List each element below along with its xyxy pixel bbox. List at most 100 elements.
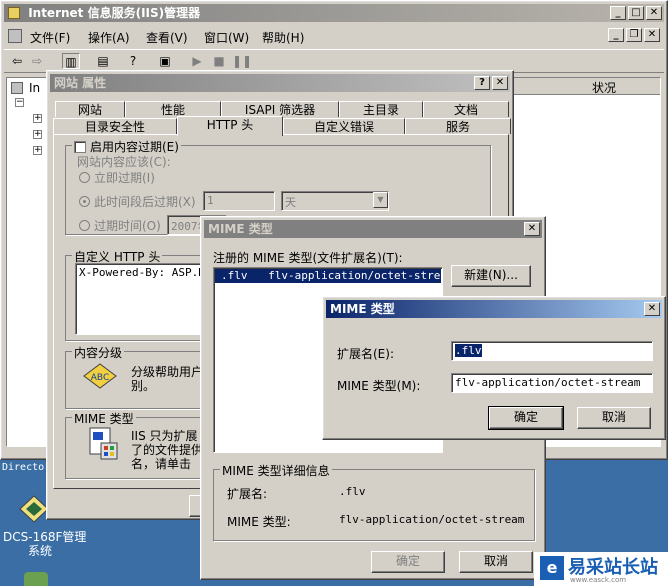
radio-expire-on[interactable]: 过期时间(O) [79, 217, 161, 234]
tree-expand-icon[interactable]: + [33, 146, 42, 155]
menu-action[interactable]: 操作(A) [88, 29, 130, 46]
mime-details-label: MIME 类型详细信息 [220, 462, 332, 479]
properties-icon[interactable]: ▤ [94, 53, 112, 69]
watermark-url: www.easck.com [570, 576, 627, 584]
custom-headers-list[interactable]: X-Powered-By: ASP.NE [75, 263, 203, 335]
custom-header-item[interactable]: X-Powered-By: ASP.NE [79, 266, 202, 279]
tab-home-directory[interactable]: 主目录 [339, 101, 423, 117]
content-rating-label: 内容分级 [72, 344, 125, 361]
menu-help[interactable]: 帮助(H) [262, 29, 304, 46]
enable-expiry-label: 启用内容过期(E) [90, 140, 179, 154]
tree-pane[interactable]: In − + + + [6, 77, 50, 447]
list-header: 状况 [512, 78, 660, 95]
mime-details-group: MIME 类型详细信息 [213, 462, 535, 541]
detail-type-value: flv-application/octet-stream [339, 513, 525, 526]
play-icon[interactable]: ▶ [188, 53, 206, 69]
radio-immediate-label: 立即过期(I) [94, 171, 155, 185]
tab-directory-security[interactable]: 目录安全性 [53, 118, 177, 134]
mime-list-title-bar[interactable]: MIME 类型 ✕ [204, 220, 542, 238]
close-button[interactable]: ✕ [646, 6, 662, 20]
pause-icon[interactable]: ❚❚ [232, 53, 252, 69]
mime-type-input[interactable]: flv-application/octet-stream [451, 373, 653, 393]
mime-edit-title: MIME 类型 [330, 302, 395, 316]
radio-immediate-dot[interactable] [79, 172, 90, 183]
desktop-icon-partial [24, 572, 48, 586]
radio-expire-after[interactable]: 此时间段后过期(X) [79, 193, 196, 210]
mime-list-cancel-button[interactable]: 取消 [459, 551, 533, 573]
radio-on-dot[interactable] [79, 220, 90, 231]
mmc-icon [8, 29, 22, 43]
menu-file[interactable]: 文件(F) [30, 29, 70, 46]
ext-label: 扩展名(E): [337, 347, 394, 361]
registered-mime-label: 注册的 MIME 类型(文件扩展名)(T): [213, 251, 403, 265]
menu-bar: 文件(F) 操作(A) 查看(V) 窗口(W) 帮助(H) _ ❐ ✕ [4, 25, 664, 47]
radio-after-dot[interactable] [79, 196, 90, 207]
desktop-icon-label-2[interactable]: 系统 [28, 542, 52, 559]
desktop-partial-text: Directo [2, 462, 45, 473]
tab-documents[interactable]: 文档 [423, 101, 509, 117]
minimize-button[interactable]: _ [610, 6, 626, 20]
back-icon[interactable]: ⇦ [8, 53, 26, 69]
list-column-status[interactable]: 状况 [592, 79, 616, 96]
iis-app-icon [8, 7, 20, 19]
child-close-button[interactable]: ✕ [644, 28, 660, 42]
radio-expire-immediately[interactable]: 立即过期(I) [79, 169, 155, 186]
expiry-checkbox-box[interactable] [74, 141, 86, 153]
mime-document-icon [89, 427, 118, 460]
detail-ext-value: .flv [339, 485, 366, 498]
tree-root-label[interactable]: In [29, 81, 40, 95]
tab-isapi-filters[interactable]: ISAPI 筛选器 [221, 101, 339, 117]
stop-icon[interactable]: ■ [210, 53, 228, 69]
mime-list-row[interactable]: .flv flv-application/octet-stream [215, 269, 442, 283]
tree-root-icon [11, 82, 23, 94]
maximize-button[interactable]: □ [628, 6, 644, 20]
tree-expand-icon[interactable]: − [15, 98, 24, 107]
computer-icon[interactable]: ▣ [156, 53, 174, 69]
mime-list-title: MIME 类型 [208, 222, 273, 236]
mime-edit-dialog: MIME 类型 ✕ 扩展名(E): .flv MIME 类型(M): flv-a… [322, 296, 666, 440]
tab-service[interactable]: 服务 [405, 118, 511, 134]
props-help-button[interactable]: ? [474, 76, 490, 90]
mime-edit-ok-button[interactable]: 确定 [488, 406, 564, 430]
detail-ext-label: 扩展名: [227, 487, 268, 501]
rating-icon: ABC [83, 363, 117, 389]
mime-list-ok-button[interactable]: 确定 [371, 551, 445, 573]
iis-title-bar[interactable]: Internet 信息服务(IIS)管理器 _ □ ✕ [4, 4, 664, 22]
new-mime-button[interactable]: 新建(N)... [451, 265, 531, 287]
ext-input[interactable]: .flv [451, 341, 653, 361]
content-should-label: 网站内容应该(C): [77, 155, 171, 169]
mime-list-close-button[interactable]: ✕ [524, 222, 540, 236]
tab-website[interactable]: 网站 [55, 101, 125, 117]
props-title: 网站 属性 [54, 76, 107, 90]
tab-http-headers[interactable]: HTTP 头 [177, 116, 283, 136]
tab-performance[interactable]: 性能 [125, 101, 221, 117]
tree-expand-icon[interactable]: + [33, 130, 42, 139]
help-icon[interactable]: ? [124, 53, 142, 69]
mime-row-ext: .flv [221, 269, 248, 282]
child-minimize-button[interactable]: _ [608, 28, 624, 42]
mime-text-3: 名，请单击 [131, 457, 192, 471]
mime-type-label: MIME 类型(M): [337, 379, 421, 393]
menu-view[interactable]: 查看(V) [146, 29, 188, 46]
radio-after-label: 此时间段后过期(X) [94, 195, 196, 209]
forward-icon[interactable]: ⇨ [28, 53, 46, 69]
menu-window[interactable]: 窗口(W) [204, 29, 249, 46]
rating-text-2: 别。 [131, 379, 156, 393]
expire-unit-value: 天 [285, 196, 296, 209]
iis-title: Internet 信息服务(IIS)管理器 [28, 6, 201, 20]
chevron-down-icon[interactable]: ▼ [373, 192, 388, 208]
mime-edit-title-bar[interactable]: MIME 类型 ✕ [326, 300, 662, 318]
props-close-button[interactable]: ✕ [492, 76, 508, 90]
ext-input-value: .flv [455, 344, 482, 357]
tree-expand-icon[interactable]: + [33, 114, 42, 123]
mime-edit-close-button[interactable]: ✕ [644, 302, 660, 316]
props-title-bar[interactable]: 网站 属性 ? ✕ [50, 74, 510, 92]
mime-edit-cancel-button[interactable]: 取消 [577, 407, 651, 429]
show-tree-icon[interactable]: ▥ [62, 53, 80, 69]
detail-type-label: MIME 类型: [227, 515, 291, 529]
tab-custom-errors[interactable]: 自定义错误 [283, 118, 405, 134]
expire-after-unit-select[interactable]: 天 ▼ [281, 191, 389, 211]
child-restore-button[interactable]: ❐ [626, 28, 642, 42]
expire-after-value[interactable]: 1 [203, 191, 275, 211]
watermark-logo-icon: e [540, 556, 564, 580]
